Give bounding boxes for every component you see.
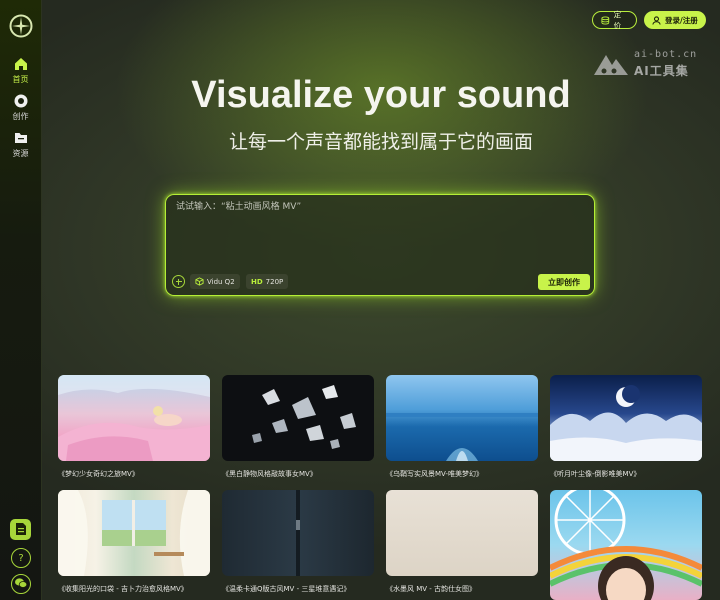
prompt-input[interactable] [174,201,588,213]
sidebar-item-label: 创作 [12,112,29,121]
document-button[interactable] [10,519,31,540]
home-icon [14,58,27,70]
card-caption: 《乌鞘写实风景MV-唯美梦幻》 [386,470,483,478]
help-button[interactable]: ? [11,548,31,568]
gallery-card[interactable]: 《听月叶尘像-倒影唯美MV》 [550,375,702,479]
sidebar: 首页 创作 资源 ? [0,0,42,600]
model-selector[interactable]: Vidu Q2 [190,274,240,289]
model-label: Vidu Q2 [207,277,235,286]
logo-icon[interactable] [9,14,33,38]
hd-badge: HD [251,277,263,286]
hero-subtitle: 让每一个声音都能找到属于它的画面 [228,131,533,153]
gallery-card[interactable]: 《梦幻少女奇幻之旅MV》 [58,375,210,479]
card-caption: 《收集阳光的口袋 - 吉卜力治愈风格MV》 [58,585,188,593]
resolution-selector[interactable]: HD 720P [246,274,288,289]
document-icon [15,523,26,535]
thumbnail-image [222,375,374,461]
login-button[interactable]: 登录/注册 [644,11,706,29]
card-caption: 《梦幻少女奇幻之旅MV》 [58,470,139,478]
sidebar-item-home[interactable]: 首页 [0,56,41,85]
gallery-card[interactable]: 《收集阳光的口袋 - 吉卜力治愈风格MV》 [58,490,210,594]
main-area: 定价 登录/注册 ai-bot.cn AI工具集 Visualize your … [42,0,720,600]
resolution-label: 720P [265,277,284,286]
coins-icon [601,16,610,24]
thumbnail-image [550,490,702,600]
thumbnail-image [386,490,538,576]
sidebar-item-label: 资源 [12,149,29,158]
login-label: 登录/注册 [665,15,698,25]
card-caption: 《水墨风 MV - 古韵仕女图》 [386,585,477,593]
thumbnail-image [58,375,210,461]
add-attachment-icon[interactable] [172,275,185,288]
sidebar-item-label: 首页 [12,75,29,84]
thumbnail-image [386,375,538,461]
gallery-card[interactable]: 《水墨风 MV - 古韵仕女图》 [386,490,538,594]
create-button[interactable]: 立即创作 [538,274,590,290]
hero-title: Visualize your sound [191,74,571,116]
watermark-url: ai-bot.cn [634,49,698,60]
sidebar-item-create[interactable]: 创作 [0,93,41,122]
card-caption: 《温柔卡通Q版古风MV - 三星堆意遇记》 [222,585,351,593]
gallery-card[interactable]: 《乌鞘写实风景MV-唯美梦幻》 [386,375,538,479]
pricing-button[interactable]: 定价 [592,10,637,30]
thumbnail-image [222,490,374,576]
create-icon [14,94,27,108]
sidebar-item-resources[interactable]: 资源 [0,130,41,159]
wechat-icon [15,578,28,588]
wechat-button[interactable] [11,574,31,594]
card-caption: 《听月叶尘像-倒影唯美MV》 [550,470,641,478]
gallery-card[interactable] [550,490,702,600]
folder-icon [14,133,27,143]
card-caption: 《黑白静物风格敲故事女MV》 [222,470,317,478]
thumbnail-image [58,490,210,576]
gallery-card[interactable]: 《温柔卡通Q版古风MV - 三星堆意遇记》 [222,490,374,594]
cube-icon [195,277,204,286]
help-icon: ? [18,553,23,563]
thumbnail-image [550,375,702,461]
prompt-box: Vidu Q2 HD 720P 立即创作 [165,194,595,296]
gallery-card[interactable]: 《黑白静物风格敲故事女MV》 [222,375,374,479]
user-icon [652,15,661,25]
svg-text:?: ? [18,553,23,563]
pricing-label: 定价 [613,10,622,30]
